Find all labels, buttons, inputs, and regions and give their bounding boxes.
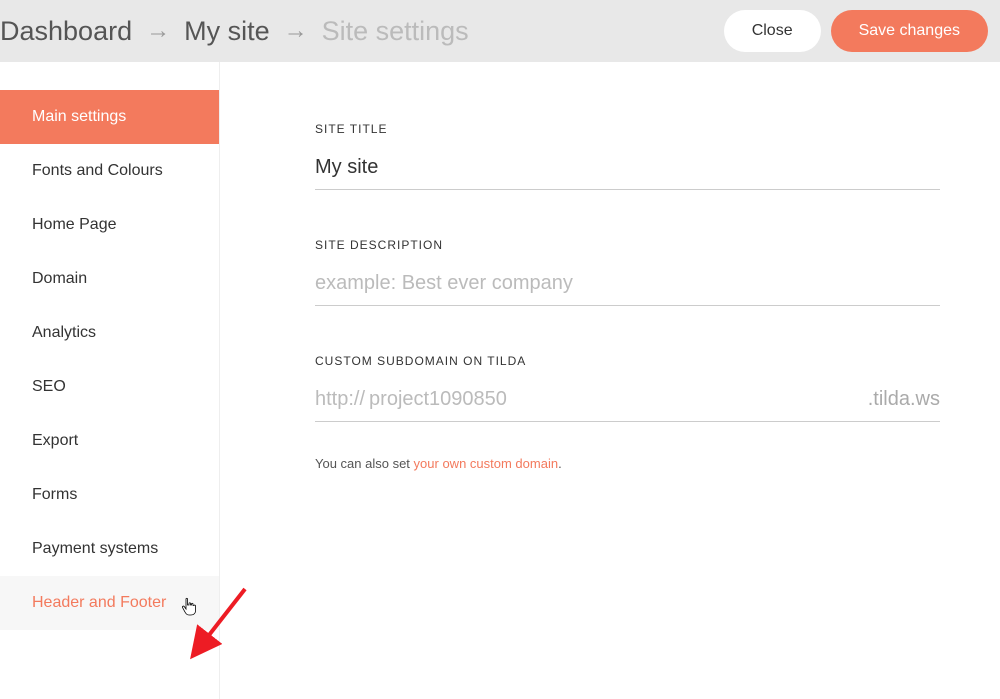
site-description-input[interactable]	[315, 266, 940, 306]
sidebar-item-payment-systems[interactable]: Payment systems	[0, 522, 219, 576]
field-subdomain: CUSTOM SUBDOMAIN ON TILDA http:// .tilda…	[315, 354, 940, 471]
field-site-description: SITE DESCRIPTION	[315, 238, 940, 306]
sidebar-item-label: Fonts and Colours	[32, 162, 163, 179]
arrow-right-icon: →	[146, 17, 170, 45]
sidebar-item-label: Domain	[32, 270, 87, 287]
sidebar-item-label: Home Page	[32, 216, 117, 233]
field-label-site-description: SITE DESCRIPTION	[315, 238, 940, 252]
sidebar-item-forms[interactable]: Forms	[0, 468, 219, 522]
sidebar-item-home-page[interactable]: Home Page	[0, 198, 219, 252]
sidebar-item-export[interactable]: Export	[0, 414, 219, 468]
field-site-title: SITE TITLE	[315, 122, 940, 190]
close-button[interactable]: Close	[724, 10, 821, 52]
sidebar-item-label: Forms	[32, 486, 77, 503]
breadcrumb-dashboard[interactable]: Dashboard	[0, 16, 132, 47]
sidebar-item-header-and-footer[interactable]: Header and Footer	[0, 576, 219, 630]
sidebar-item-domain[interactable]: Domain	[0, 252, 219, 306]
sidebar-item-label: Header and Footer	[32, 594, 166, 611]
sidebar-item-seo[interactable]: SEO	[0, 360, 219, 414]
arrow-right-icon: →	[284, 17, 308, 45]
subdomain-input[interactable]	[365, 382, 862, 422]
sidebar-item-label: Main settings	[32, 108, 126, 125]
subdomain-prefix: http://	[315, 388, 365, 421]
breadcrumb: Dashboard → My site → Site settings	[0, 16, 724, 47]
hint-period: .	[558, 456, 562, 471]
sidebar-item-label: Payment systems	[32, 540, 158, 557]
sidebar: Main settings Fonts and Colours Home Pag…	[0, 62, 220, 699]
sidebar-item-label: Analytics	[32, 324, 96, 341]
breadcrumb-mysite[interactable]: My site	[184, 16, 270, 47]
sidebar-item-analytics[interactable]: Analytics	[0, 306, 219, 360]
field-label-site-title: SITE TITLE	[315, 122, 940, 136]
subdomain-row: http:// .tilda.ws	[315, 382, 940, 422]
sidebar-item-label: Export	[32, 432, 78, 449]
subdomain-suffix: .tilda.ws	[862, 388, 940, 421]
breadcrumb-settings: Site settings	[322, 16, 469, 47]
field-label-subdomain: CUSTOM SUBDOMAIN ON TILDA	[315, 354, 940, 368]
save-changes-button[interactable]: Save changes	[831, 10, 988, 52]
sidebar-item-fonts-and-colours[interactable]: Fonts and Colours	[0, 144, 219, 198]
cursor-pointer-icon	[181, 597, 197, 617]
sidebar-item-main-settings[interactable]: Main settings	[0, 90, 219, 144]
main-content: SITE TITLE SITE DESCRIPTION CUSTOM SUBDO…	[220, 62, 1000, 699]
header: Dashboard → My site → Site settings Clos…	[0, 0, 1000, 62]
custom-domain-link[interactable]: your own custom domain	[414, 456, 559, 471]
hint-text: You can also set	[315, 456, 414, 471]
site-title-input[interactable]	[315, 150, 940, 190]
custom-domain-hint: You can also set your own custom domain.	[315, 456, 940, 471]
sidebar-item-label: SEO	[32, 378, 66, 395]
